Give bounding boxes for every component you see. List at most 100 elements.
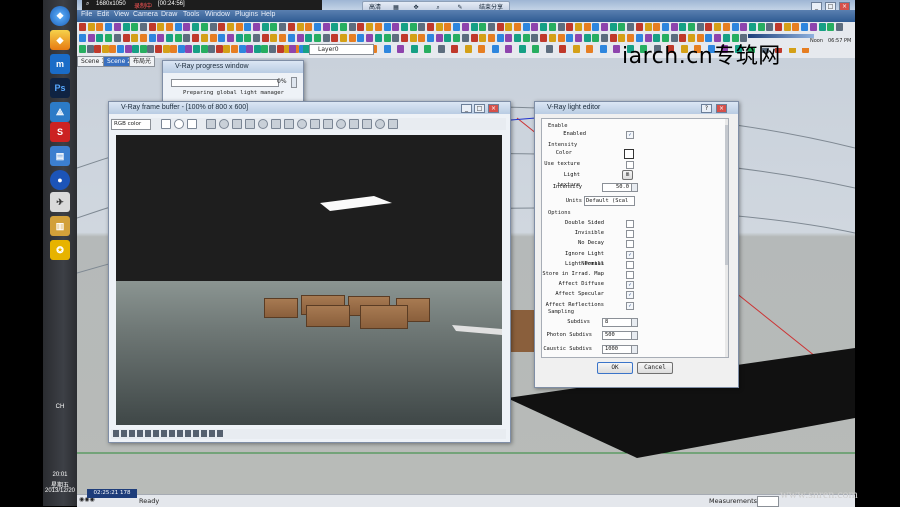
vfb-tool-icon[interactable] xyxy=(219,119,229,129)
caustic-spinner[interactable] xyxy=(631,345,638,354)
toolbar-tool-icon[interactable] xyxy=(218,34,226,42)
toolbar-tool-icon[interactable] xyxy=(586,45,593,53)
toolbar-tool-icon[interactable] xyxy=(383,45,391,53)
vfb-tool-icon[interactable] xyxy=(206,119,216,129)
toolbar-tool-icon[interactable] xyxy=(226,23,234,31)
toolbar-tool-icon[interactable] xyxy=(491,45,499,53)
toolbar-tool-icon[interactable] xyxy=(193,45,200,53)
toolbar-tool-icon[interactable] xyxy=(479,34,487,42)
vfb-maximize[interactable]: □ xyxy=(474,104,485,113)
toolbar-tool-icon[interactable] xyxy=(261,45,269,53)
toolbar-tool-icon[interactable] xyxy=(696,23,704,31)
toolbar-tool-icon[interactable] xyxy=(105,23,113,31)
toolbar-tool-icon[interactable] xyxy=(166,23,173,31)
toolbar-tool-icon[interactable] xyxy=(322,34,330,42)
toolbar-tool-icon[interactable] xyxy=(383,23,391,31)
option-checkbox[interactable]: ✓ xyxy=(626,291,634,300)
menu-help[interactable]: Help xyxy=(261,11,275,18)
toolbar-tool-icon[interactable] xyxy=(748,23,756,31)
toolbar-tool-icon[interactable] xyxy=(215,45,223,53)
toolbar-tool-icon[interactable] xyxy=(540,34,548,42)
vfb-bottom-icon[interactable] xyxy=(185,430,191,437)
toolbar-tool-icon[interactable] xyxy=(96,34,104,42)
vfb-bottom-icon[interactable] xyxy=(201,430,207,437)
toolbar-tool-icon[interactable] xyxy=(162,45,170,53)
toolbar-tool-icon[interactable] xyxy=(105,34,113,42)
toolbar-tool-icon[interactable] xyxy=(470,23,478,31)
toolbar-tool-icon[interactable] xyxy=(599,45,607,53)
toolbar-tool-icon[interactable] xyxy=(514,23,521,31)
use-texture-checkbox[interactable] xyxy=(626,161,634,169)
option-checkbox[interactable] xyxy=(626,260,634,269)
toolbar-tool-icon[interactable] xyxy=(383,34,391,42)
option-checkbox[interactable] xyxy=(626,271,634,279)
menu-camera[interactable]: Camera xyxy=(133,11,158,18)
toolbar-tool-icon[interactable] xyxy=(437,45,445,53)
toolbar-tool-icon[interactable] xyxy=(170,45,178,53)
toolbar-tool-icon[interactable] xyxy=(287,34,295,42)
folder-icon[interactable]: ▥ xyxy=(50,216,70,236)
intensity-input[interactable]: 50.0 xyxy=(602,183,632,192)
toolbar-tool-icon[interactable] xyxy=(279,23,287,31)
toolbar-tool-icon[interactable] xyxy=(705,23,713,31)
menu-tools[interactable]: Tools xyxy=(183,11,199,18)
maxthon-icon[interactable]: m xyxy=(50,54,70,74)
toolbar-tool-icon[interactable] xyxy=(583,23,591,31)
toolbar-tool-icon[interactable] xyxy=(461,23,469,31)
toolbar-tool-icon[interactable] xyxy=(505,23,513,31)
toolbar-tool-icon[interactable] xyxy=(331,34,339,42)
channel-select[interactable]: RGB color xyxy=(111,119,151,130)
toolbar-tool-icon[interactable] xyxy=(559,45,566,53)
toolbar-tool-icon[interactable] xyxy=(122,34,130,42)
toolbar-tool-icon[interactable] xyxy=(522,34,530,42)
toolbar-tool-icon[interactable] xyxy=(444,34,452,42)
toolbar-tool-icon[interactable] xyxy=(86,45,94,53)
recorder-search-icon[interactable]: ⌕ xyxy=(86,1,89,8)
network-icon[interactable]: ⟁ xyxy=(50,102,70,122)
toolbar-tool-icon[interactable] xyxy=(331,23,339,31)
option-checkbox[interactable] xyxy=(626,240,634,249)
menu-window[interactable]: Window xyxy=(205,11,230,18)
toolbar-tool-icon[interactable] xyxy=(155,45,162,53)
toolbar-tool-icon[interactable] xyxy=(775,23,782,31)
toolbar-tool-icon[interactable] xyxy=(174,23,182,31)
toolbar-tool-icon[interactable] xyxy=(409,34,417,42)
toolbar-tool-icon[interactable] xyxy=(113,23,121,31)
vfb-tool-icon[interactable] xyxy=(187,119,197,129)
toolbar-tool-icon[interactable] xyxy=(757,23,765,31)
toolbar-tool-icon[interactable] xyxy=(79,45,86,53)
toolbar-tool-icon[interactable] xyxy=(557,23,565,31)
toolbar-tool-icon[interactable] xyxy=(435,23,443,31)
toolbar-tool-icon[interactable] xyxy=(270,34,278,42)
vfb-bottom-icon[interactable] xyxy=(145,430,151,437)
toolbar-tool-icon[interactable] xyxy=(226,34,234,42)
toolbar-tool-icon[interactable] xyxy=(601,23,608,31)
toolbar-tool-icon[interactable] xyxy=(827,23,835,31)
vfb-tool-icon[interactable] xyxy=(310,119,320,129)
toolbar-tool-icon[interactable] xyxy=(244,34,252,42)
vfb-tool-icon[interactable] xyxy=(174,119,184,129)
toolbar-tool-icon[interactable] xyxy=(540,23,548,31)
option-checkbox[interactable]: ✓ xyxy=(626,301,634,310)
toolbar-tool-icon[interactable] xyxy=(261,23,269,31)
toolbar-tool-icon[interactable] xyxy=(366,23,374,31)
photoshop-icon[interactable]: Ps xyxy=(50,78,70,98)
progress-spinner[interactable] xyxy=(291,77,297,88)
vfb-tool-icon[interactable] xyxy=(258,119,268,129)
toolbar-tool-icon[interactable] xyxy=(397,45,404,53)
toolbar-tool-icon[interactable] xyxy=(296,23,304,31)
toolbar-tool-icon[interactable] xyxy=(661,23,669,31)
toolbar-tool-icon[interactable] xyxy=(177,45,185,53)
toolbar-tool-icon[interactable] xyxy=(269,45,276,53)
toolbar-tool-icon[interactable] xyxy=(392,23,400,31)
toolbar-tool-icon[interactable] xyxy=(340,23,347,31)
toolbar-tool-icon[interactable] xyxy=(618,23,626,31)
toolbar-tool-icon[interactable] xyxy=(235,23,243,31)
toolbar-tool-icon[interactable] xyxy=(479,23,487,31)
toolbar-tool-icon[interactable] xyxy=(505,34,513,42)
vfb-bottom-icon[interactable] xyxy=(177,430,183,437)
toolbar-tool-icon[interactable] xyxy=(635,23,643,31)
toolbar-tool-icon[interactable] xyxy=(276,45,284,53)
toolbar-tool-icon[interactable] xyxy=(87,23,95,31)
browser-icon[interactable]: ● xyxy=(50,170,70,190)
